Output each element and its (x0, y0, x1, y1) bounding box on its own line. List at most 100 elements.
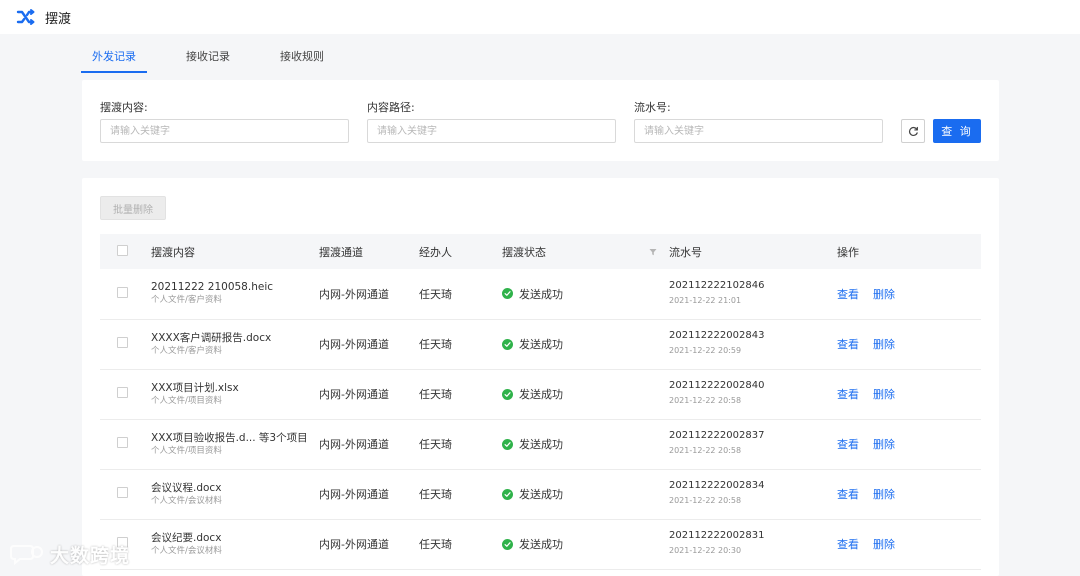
app-title: 摆渡 (45, 11, 72, 27)
delete-link[interactable]: 删除 (873, 438, 895, 451)
row-file-name: XXX项目计划.xlsx (151, 381, 239, 394)
row-serial: 202112222002837 (669, 430, 765, 441)
row-handler: 任天琦 (419, 338, 452, 351)
top-bar: 摆渡 (0, 0, 1080, 34)
tab-outgoing-records[interactable]: 外发记录 (81, 44, 147, 73)
chat-bubble-icon (10, 544, 43, 565)
row-handler: 任天琦 (419, 287, 452, 301)
delete-link[interactable]: 删除 (873, 338, 895, 351)
records-panel: 批量删除 摆渡内容 摆渡通道 经办人 摆渡状态 流水号 操作 20211222 … (82, 178, 999, 576)
success-check-icon (502, 488, 513, 500)
row-status: 发送成功 (519, 538, 563, 551)
row-status: 发送成功 (519, 287, 563, 301)
success-check-icon (502, 438, 513, 450)
row-time: 2021-12-22 20:58 (669, 446, 742, 455)
row-channel: 内网-外网通道 (319, 388, 389, 401)
success-check-icon (502, 388, 513, 400)
shuffle-icon[interactable] (16, 7, 36, 27)
delete-link[interactable]: 删除 (873, 288, 895, 301)
row-handler: 任天琦 (419, 488, 452, 501)
content-search-input[interactable] (100, 119, 349, 143)
row-serial: 202112222002831 (669, 530, 765, 541)
path-label: 内容路径: (367, 101, 415, 114)
row-file-name: 会议纪要.docx (151, 531, 222, 544)
column-header-serial: 流水号 (669, 245, 702, 259)
query-button[interactable]: 查 询 (933, 119, 981, 143)
tab-incoming-records[interactable]: 接收记录 (175, 44, 241, 71)
column-header-actions: 操作 (837, 245, 859, 259)
reset-button[interactable] (901, 119, 925, 143)
column-header-handler: 经办人 (419, 245, 452, 259)
table-row: XXXX客户调研报告.docx 个人文件/客户资料 内网-外网通道 任天琦 发送成… (100, 319, 981, 369)
row-status: 发送成功 (519, 438, 563, 451)
column-header-channel: 摆渡通道 (319, 245, 363, 259)
path-search-input[interactable] (367, 119, 616, 143)
success-check-icon (502, 338, 513, 350)
table-row: XXX项目计划.xlsx 个人文件/项目资料 内网-外网通道 任天琦 发送成功 2… (100, 369, 981, 419)
filter-icon[interactable] (649, 248, 657, 256)
row-serial: 202112222002840 (669, 380, 765, 391)
content-label: 摆渡内容: (100, 101, 148, 114)
table-row: XXX项目验收报告.d... 等3个项目 个人文件/项目资料 内网-外网通道 任天… (100, 419, 981, 469)
view-link[interactable]: 查看 (837, 538, 859, 551)
row-handler: 任天琦 (419, 538, 452, 551)
watermark: 大数跨境 (10, 541, 130, 568)
row-time: 2021-12-22 20:30 (669, 546, 742, 555)
row-channel: 内网-外网通道 (319, 488, 389, 501)
row-time: 2021-12-22 20:58 (669, 496, 742, 505)
delete-link[interactable]: 删除 (873, 538, 895, 551)
refresh-icon (908, 126, 918, 136)
row-file-path: 个人文件/项目资料 (151, 395, 222, 406)
row-file-path: 个人文件/项目资料 (151, 445, 222, 456)
row-serial: 202112222102846 (669, 279, 765, 291)
column-header-content: 摆渡内容 (151, 245, 195, 259)
row-file-path: 个人文件/会议材料 (151, 495, 222, 506)
view-link[interactable]: 查看 (837, 288, 859, 301)
row-checkbox[interactable] (117, 387, 128, 398)
row-channel: 内网-外网通道 (319, 538, 389, 551)
table-row: 20211222 210058.heic 个人文件/客户资料 内网-外网通道 任天… (100, 269, 981, 319)
table-header-row: 摆渡内容 摆渡通道 经办人 摆渡状态 流水号 操作 (100, 234, 981, 269)
row-file-name: 会议议程.docx (151, 481, 222, 494)
row-serial: 202112222002834 (669, 480, 765, 491)
delete-link[interactable]: 删除 (873, 488, 895, 501)
select-all-checkbox[interactable] (117, 244, 128, 256)
row-channel: 内网-外网通道 (319, 338, 389, 351)
row-time: 2021-12-22 20:58 (669, 396, 742, 405)
row-file-path: 个人文件/客户资料 (151, 345, 222, 356)
filter-panel: 摆渡内容: 内容路径: 流水号: 查 询 (82, 80, 999, 161)
row-status: 发送成功 (519, 388, 563, 401)
table-row: 会议议程.docx 个人文件/会议材料 内网-外网通道 任天琦 发送成功 2021… (100, 469, 981, 519)
tab-receive-rules[interactable]: 接收规则 (269, 44, 335, 71)
row-file-name: XXX项目验收报告.d... 等3个项目 (151, 431, 308, 444)
view-link[interactable]: 查看 (837, 438, 859, 451)
row-time: 2021-12-22 21:01 (669, 295, 742, 305)
row-time: 2021-12-22 20:59 (669, 346, 742, 355)
column-header-status: 摆渡状态 (502, 234, 669, 269)
watermark-text: 大数跨境 (50, 545, 131, 567)
row-serial: 202112222002843 (669, 330, 765, 341)
row-handler: 任天琦 (419, 388, 452, 401)
records-table: 摆渡内容 摆渡通道 经办人 摆渡状态 流水号 操作 20211222 21005… (100, 234, 981, 570)
row-status: 发送成功 (519, 488, 563, 501)
serial-label: 流水号: (634, 101, 671, 114)
row-checkbox[interactable] (117, 487, 128, 498)
row-status: 发送成功 (519, 338, 563, 351)
row-checkbox[interactable] (117, 437, 128, 448)
row-channel: 内网-外网通道 (319, 438, 389, 451)
batch-delete-button[interactable]: 批量删除 (100, 196, 166, 220)
view-link[interactable]: 查看 (837, 338, 859, 351)
delete-link[interactable]: 删除 (873, 388, 895, 401)
serial-search-input[interactable] (634, 119, 883, 143)
row-checkbox[interactable] (117, 337, 128, 348)
row-file-name: XXXX客户调研报告.docx (151, 331, 272, 344)
view-link[interactable]: 查看 (837, 488, 859, 501)
record-tabs: 外发记录 接收记录 接收规则 (81, 44, 363, 73)
row-file-name: 20211222 210058.heic (151, 281, 274, 294)
row-file-path: 个人文件/会议材料 (151, 545, 222, 556)
row-checkbox[interactable] (117, 286, 128, 298)
row-handler: 任天琦 (419, 438, 452, 451)
success-check-icon (502, 538, 513, 550)
row-channel: 内网-外网通道 (319, 287, 389, 301)
view-link[interactable]: 查看 (837, 388, 859, 401)
